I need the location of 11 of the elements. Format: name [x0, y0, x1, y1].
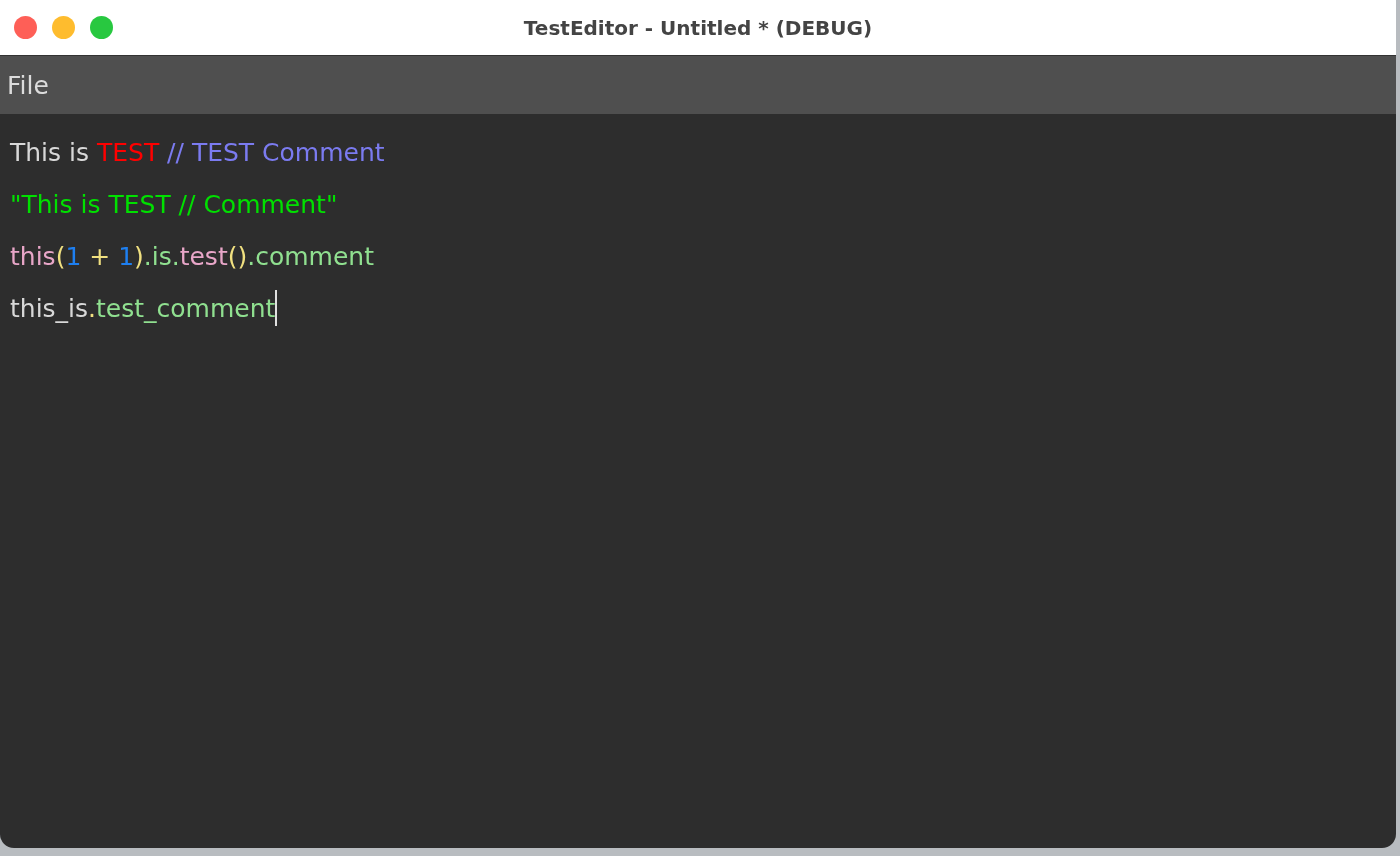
- code-line: "This is TEST // Comment": [10, 189, 338, 219]
- code-line: this(1 + 1).is.test().comment: [10, 241, 374, 271]
- code-line: This is TEST // TEST Comment: [10, 137, 385, 167]
- window-title: TestEditor - Untitled * (DEBUG): [523, 15, 873, 40]
- minimize-button[interactable]: [52, 16, 75, 39]
- zoom-button[interactable]: [90, 16, 113, 39]
- text-cursor: [275, 290, 278, 326]
- close-button[interactable]: [14, 16, 37, 39]
- text-editor[interactable]: This is TEST // TEST Comment "This is TEST // Comment" this(1 + 1).is.test().comment this_is.test_comment: [0, 114, 1396, 848]
- menu-item[interactable]: File: [7, 70, 49, 100]
- code-line: this_is.test_comment: [10, 293, 276, 323]
